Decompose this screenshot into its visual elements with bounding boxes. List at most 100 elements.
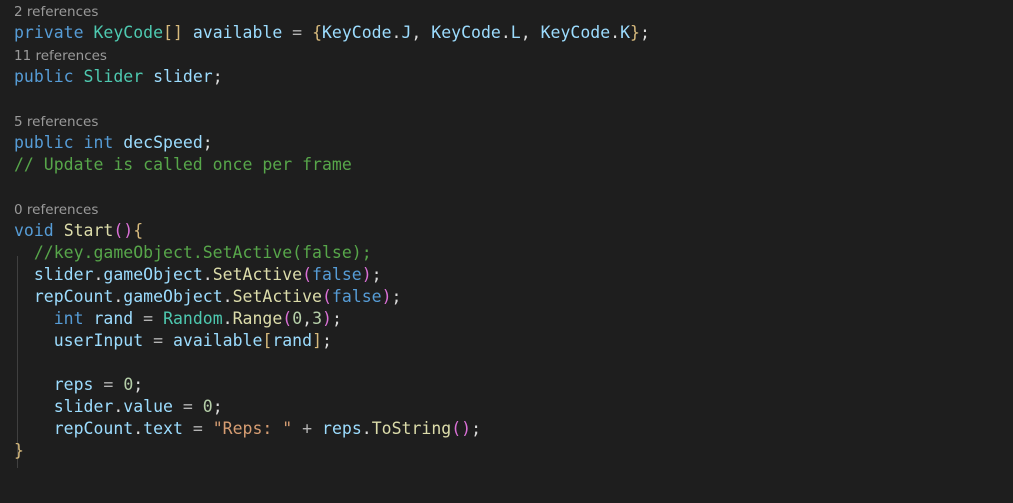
token-paren: ) bbox=[361, 265, 372, 284]
token-semicolon: ; bbox=[371, 265, 382, 284]
code-line[interactable]: repCount.text = "Reps: " + reps.ToString… bbox=[0, 418, 1013, 440]
code-line-blank[interactable] bbox=[0, 176, 1013, 198]
token-variable: userInput bbox=[53, 331, 144, 350]
code-line-comment[interactable]: //key.gameObject.SetActive(false); bbox=[0, 242, 1013, 264]
token-keyword: public bbox=[14, 67, 74, 86]
token-comma: , bbox=[302, 309, 313, 328]
token-property: text bbox=[143, 419, 183, 438]
code-line-blank[interactable] bbox=[0, 88, 1013, 110]
token-keyword: int bbox=[83, 133, 114, 152]
token-variable: slider bbox=[53, 397, 114, 416]
token-keyword: void bbox=[14, 221, 54, 240]
token-enum: KeyCode bbox=[322, 23, 392, 42]
token-semicolon: ; bbox=[391, 287, 402, 306]
token-semicolon: ; bbox=[471, 419, 482, 438]
token-bracket: ] bbox=[312, 331, 322, 350]
code-line-comment[interactable]: // Update is called once per frame bbox=[0, 154, 1013, 176]
token-semicolon: ; bbox=[202, 133, 213, 152]
token-operator: = bbox=[172, 397, 203, 416]
token-keyword: false bbox=[312, 265, 362, 284]
token-paren: ( bbox=[282, 309, 293, 328]
token-number: 0 bbox=[292, 309, 303, 328]
token-type: Random bbox=[163, 309, 223, 328]
token-enum: KeyCode bbox=[540, 23, 611, 42]
token-variable: repCount bbox=[53, 419, 134, 438]
code-line[interactable]: slider.value = 0; bbox=[0, 396, 1013, 418]
token-paren: ) bbox=[381, 287, 392, 306]
code-line[interactable]: public int decSpeed; bbox=[0, 132, 1013, 154]
token-dot: . bbox=[391, 23, 402, 42]
token-property: gameObject bbox=[123, 287, 223, 306]
token-method: SetActive bbox=[232, 287, 322, 306]
token-string: "Reps: " bbox=[212, 419, 293, 438]
code-line[interactable]: userInput = available[rand]; bbox=[0, 330, 1013, 352]
token-comment: //key.gameObject.SetActive(false); bbox=[33, 243, 372, 262]
codelens-references[interactable]: 5 references bbox=[0, 110, 1013, 132]
token-dot: . bbox=[610, 23, 621, 42]
token-dot: . bbox=[133, 419, 144, 438]
token-dot: . bbox=[500, 23, 511, 42]
token-method: Range bbox=[232, 309, 283, 328]
token-brace: { bbox=[133, 221, 144, 240]
code-editor-surface[interactable]: 2 references private KeyCode[] available… bbox=[0, 0, 1013, 503]
token-method: SetActive bbox=[212, 265, 303, 284]
token-number: 0 bbox=[202, 397, 213, 416]
token-keyword: int bbox=[53, 309, 84, 328]
code-line-blank[interactable] bbox=[0, 352, 1013, 374]
token-keyword: public bbox=[14, 133, 74, 152]
codelens-references[interactable]: 0 references bbox=[0, 198, 1013, 220]
token-dot: . bbox=[93, 265, 104, 284]
token-enum-member: L bbox=[510, 23, 521, 42]
code-line[interactable]: public Slider slider; bbox=[0, 66, 1013, 88]
token-dot: . bbox=[202, 265, 213, 284]
token-paren: () bbox=[451, 419, 472, 438]
token-dot: . bbox=[113, 397, 124, 416]
token-operator: + bbox=[292, 419, 323, 438]
code-line[interactable]: void Start(){ bbox=[0, 220, 1013, 242]
token-variable: rand bbox=[93, 309, 134, 328]
token-paren: () bbox=[113, 221, 134, 240]
token-paren: ) bbox=[322, 309, 332, 328]
token-comma: , bbox=[411, 23, 422, 42]
token-dot: . bbox=[222, 309, 233, 328]
token-variable: slider bbox=[33, 265, 94, 284]
token-variable: available bbox=[192, 23, 283, 42]
token-bracket: [ bbox=[262, 331, 273, 350]
token-semicolon: ; bbox=[212, 397, 223, 416]
token-operator: = bbox=[182, 419, 213, 438]
token-operator: = bbox=[143, 331, 173, 350]
token-variable: reps bbox=[322, 419, 362, 438]
token-enum-member: K bbox=[620, 23, 631, 42]
token-variable: reps bbox=[53, 375, 94, 394]
token-property: gameObject bbox=[103, 265, 203, 284]
codelens-references[interactable]: 11 references bbox=[0, 44, 1013, 66]
codelens-references[interactable]: 2 references bbox=[0, 0, 1013, 22]
token-paren: ( bbox=[321, 287, 332, 306]
token-enum-member: J bbox=[401, 23, 412, 42]
code-line[interactable]: int rand = Random.Range(0,3); bbox=[0, 308, 1013, 330]
token-operator: = bbox=[133, 309, 164, 328]
code-line[interactable]: } bbox=[0, 440, 1013, 462]
token-bracket: [] bbox=[163, 23, 183, 42]
code-line[interactable]: slider.gameObject.SetActive(false); bbox=[0, 264, 1013, 286]
token-keyword: false bbox=[331, 287, 382, 306]
code-line[interactable]: repCount.gameObject.SetActive(false); bbox=[0, 286, 1013, 308]
code-line[interactable]: reps = 0; bbox=[0, 374, 1013, 396]
token-semicolon: ; bbox=[133, 375, 144, 394]
code-line[interactable]: private KeyCode[] available = {KeyCode.J… bbox=[0, 22, 1013, 44]
token-semicolon: ; bbox=[322, 331, 332, 350]
token-brace: } bbox=[630, 23, 640, 42]
token-method: Start bbox=[63, 221, 114, 240]
token-semicolon: ; bbox=[331, 309, 342, 328]
token-brace: } bbox=[14, 441, 24, 460]
